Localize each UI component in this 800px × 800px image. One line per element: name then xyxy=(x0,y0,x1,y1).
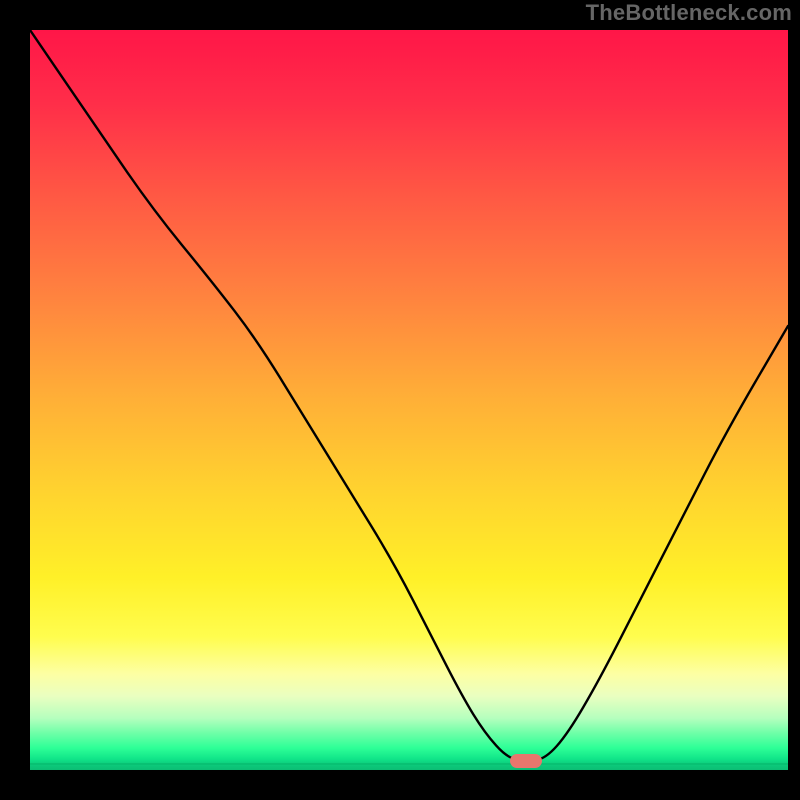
curve-overlay xyxy=(30,30,788,770)
attribution-text: TheBottleneck.com xyxy=(586,0,792,26)
plot-area xyxy=(30,30,788,770)
optimal-point-marker xyxy=(510,754,542,768)
chart-frame: TheBottleneck.com xyxy=(0,0,800,800)
bottleneck-curve-path xyxy=(30,30,788,760)
